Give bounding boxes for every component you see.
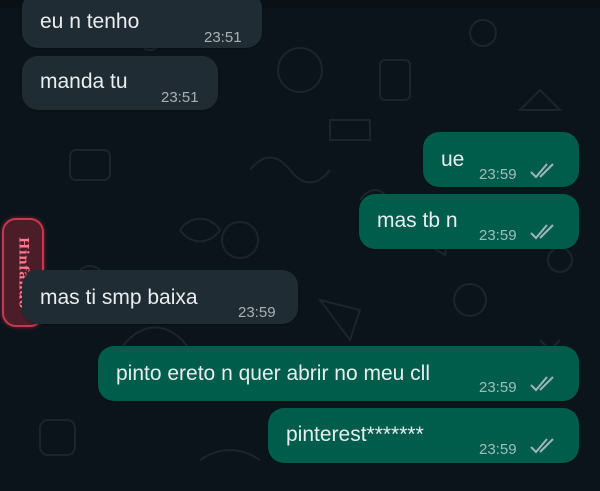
message-bubble-incoming[interactable]: mas ti smp baixa 23:59 (22, 270, 298, 324)
message-text: mas ti smp baixa (40, 286, 198, 309)
message-text: pinterest******* (286, 423, 424, 446)
message-bubble-incoming[interactable]: eu n tenho 23:51 (22, 0, 262, 48)
read-ticks-icon (530, 163, 554, 179)
message-text: manda tu (40, 70, 128, 93)
message-bubble-outgoing[interactable]: pinterest******* 23:59 (268, 408, 579, 463)
message-text: ue (441, 148, 465, 171)
read-ticks-icon (530, 438, 554, 454)
message-time: 23:59 (479, 379, 517, 396)
message-time: 23:51 (204, 29, 242, 46)
message-bubble-incoming[interactable]: manda tu 23:51 (22, 56, 218, 110)
read-ticks-icon (530, 224, 554, 240)
message-bubble-outgoing[interactable]: ue 23:59 (423, 132, 579, 187)
message-time: 23:59 (479, 227, 517, 244)
message-text: mas tb n (377, 209, 458, 232)
read-ticks-icon (530, 376, 554, 392)
message-time: 23:59 (479, 441, 517, 458)
message-text: pinto ereto n quer abrir no meu cll (116, 362, 431, 385)
message-bubble-outgoing[interactable]: pinto ereto n quer abrir no meu cll 23:5… (98, 346, 579, 401)
message-time: 23:51 (161, 89, 199, 106)
message-text: eu n tenho (40, 10, 140, 33)
message-time: 23:59 (238, 304, 276, 321)
message-bubble-outgoing[interactable]: mas tb n 23:59 (359, 194, 579, 249)
message-time: 23:59 (479, 166, 517, 183)
